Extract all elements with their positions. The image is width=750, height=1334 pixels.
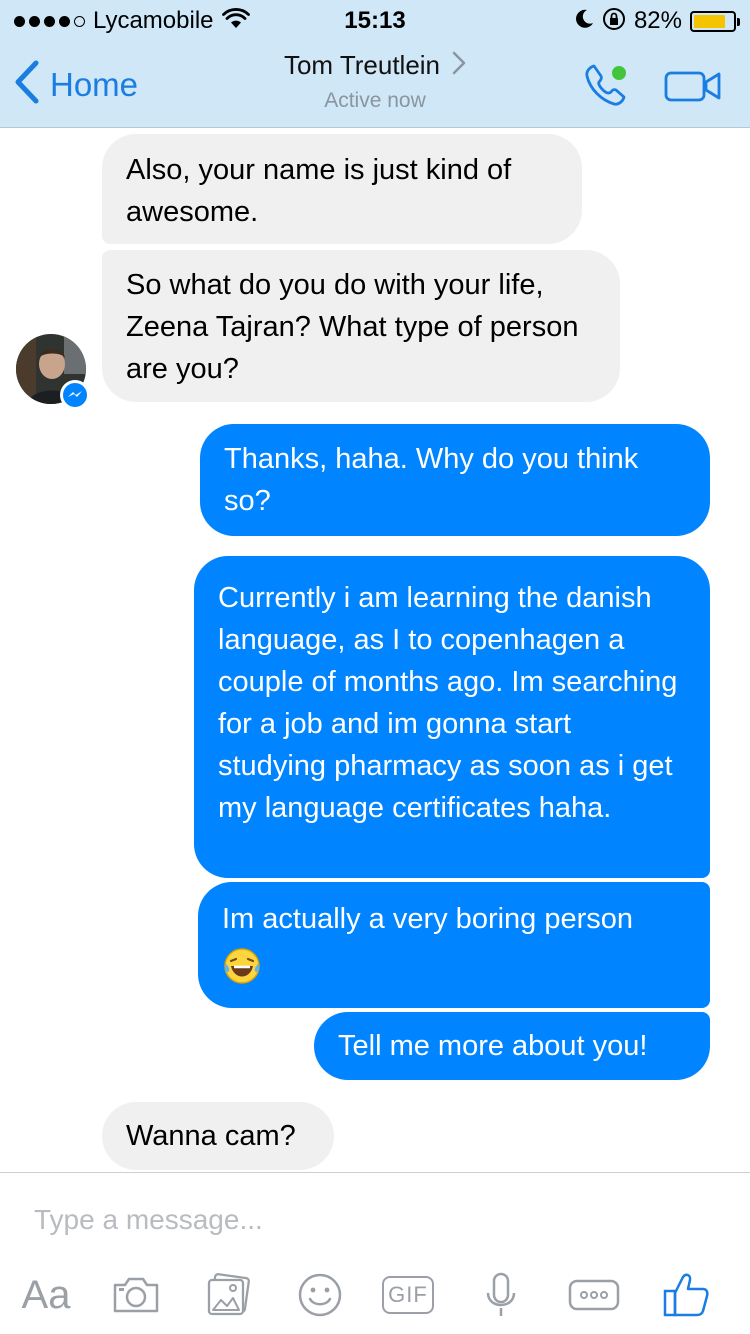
contact-title: Tom Treutlein Active now (0, 50, 750, 113)
video-call-button[interactable] (664, 68, 722, 104)
microphone-icon[interactable] (476, 1265, 526, 1325)
message-bubble-incoming[interactable]: Wanna cam? (102, 1102, 334, 1170)
contact-name: Tom Treutlein (283, 50, 441, 80)
message-text: Tell me more about you! (338, 1030, 648, 1062)
laughing-emoji-icon (222, 946, 686, 986)
video-camera-icon (664, 71, 722, 108)
message-bubble-incoming[interactable]: Also, your name is just kind of awesome. (102, 134, 582, 244)
message-text: Thanks, haha. Why do you think so? (224, 443, 639, 517)
message-bubble-incoming[interactable]: So what do you do with your life, Zeena … (102, 250, 620, 402)
gif-icon[interactable]: GIF (380, 1265, 436, 1325)
battery-level (694, 14, 726, 28)
battery-percentage: 82% (633, 7, 682, 34)
battery-icon (690, 10, 740, 32)
message-text: Currently i am learning the danish langu… (218, 582, 678, 824)
message-text: So what do you do with your life, Zeena … (126, 269, 579, 385)
aa-icon[interactable]: Aa (16, 1265, 76, 1325)
composer-toolbar: Aa GIF (0, 1265, 750, 1325)
chevron-right-icon (452, 51, 466, 80)
message-bubble-outgoing[interactable]: Thanks, haha. Why do you think so? (200, 424, 710, 536)
contact-info-link[interactable]: Tom Treutlein (284, 50, 466, 81)
message-bubble-outgoing[interactable]: Tell me more about you! (314, 1012, 710, 1080)
message-bubble-outgoing[interactable]: Currently i am learning the danish langu… (194, 556, 710, 878)
online-indicator (612, 66, 626, 80)
rotation-lock-icon (602, 7, 626, 36)
message-composer: Aa G (0, 1172, 750, 1334)
message-text: Wanna cam? (126, 1120, 296, 1152)
sticker-icon[interactable] (294, 1265, 346, 1325)
do-not-disturb-icon (574, 8, 594, 35)
camera-icon[interactable] (108, 1265, 164, 1325)
conversation-header: Home Tom Treutlein Active now (0, 40, 750, 128)
message-text: Im actually a very boring person (222, 903, 634, 935)
status-bar: Lycamobile 15:13 82% (0, 0, 750, 40)
phone-icon (580, 64, 636, 116)
active-status: Active now (324, 89, 426, 112)
status-right: 82% (574, 6, 740, 36)
like-icon[interactable] (658, 1265, 714, 1325)
voice-call-button[interactable] (580, 60, 636, 112)
message-text: Also, your name is just kind of awesome. (126, 154, 512, 228)
more-icon[interactable] (566, 1265, 622, 1325)
message-bubble-outgoing[interactable]: Im actually a very boring person (198, 882, 710, 1008)
message-input[interactable] (34, 1199, 714, 1241)
gallery-icon[interactable] (200, 1265, 256, 1325)
messenger-badge-icon (60, 380, 90, 410)
message-thread[interactable]: Also, your name is just kind of awesome.… (0, 128, 750, 1172)
